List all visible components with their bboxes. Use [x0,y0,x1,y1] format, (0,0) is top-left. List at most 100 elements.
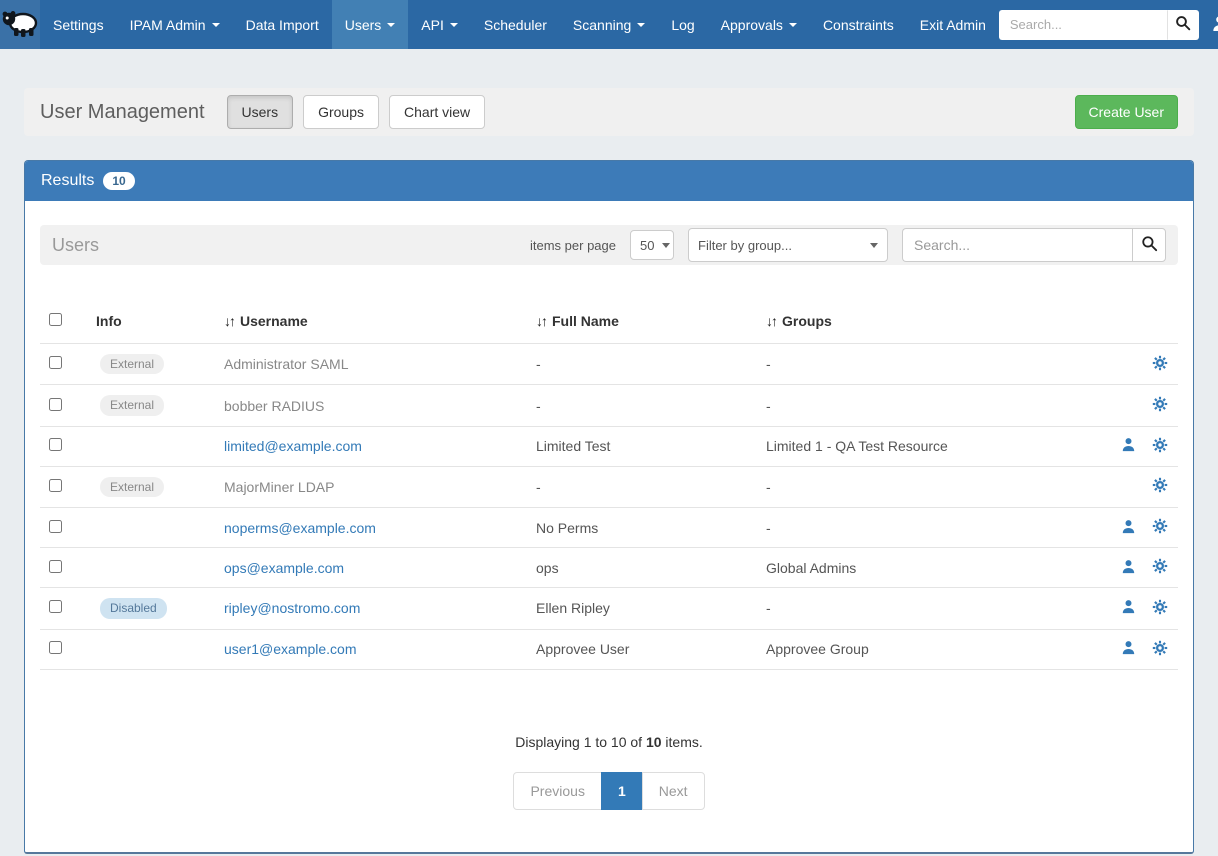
user-profile-icon[interactable] [1121,559,1136,577]
toolbar-title: Users [52,235,99,256]
groups: - [758,344,1058,385]
results-count-badge: 10 [103,172,134,190]
nav-item-approvals[interactable]: Approvals [708,0,810,49]
user-profile-icon[interactable] [1121,599,1136,617]
user-profile-icon[interactable] [1121,437,1136,455]
row-checkbox[interactable] [49,356,62,369]
nav-item-label: Exit Admin [920,17,986,33]
row-checkbox[interactable] [49,398,62,411]
panda-logo-icon [0,8,40,41]
nav-item-label: Settings [53,17,104,33]
nav-item-label: Data Import [246,17,319,33]
table-header-row: Info ↓↑Username ↓↑Full Name ↓↑Groups [40,301,1178,344]
nav-item-users[interactable]: Users [332,0,409,49]
row-checkbox[interactable] [49,641,62,654]
view-tabs: Users Groups Chart view [227,95,486,129]
table-row: External MajorMiner LDAP - - [40,466,1178,507]
items-per-page-select[interactable]: 50 [630,230,674,260]
navbar-search-button[interactable] [1167,10,1199,40]
nav-item-exit-admin[interactable]: Exit Admin [907,0,999,49]
app-logo[interactable] [0,0,40,49]
page-header: User Management UsersGroupsChart view Cr… [24,88,1194,136]
sort-icon: ↓↑ [536,313,546,329]
nav-item-log[interactable]: Log [658,0,707,49]
settings-gear-icon[interactable] [1152,558,1168,577]
account-menu[interactable] [1211,15,1218,35]
settings-gear-icon[interactable] [1152,640,1168,659]
tab-groups[interactable]: Groups [303,95,379,129]
col-header-username[interactable]: ↓↑Username [216,301,528,344]
settings-gear-icon[interactable] [1152,437,1168,456]
full-name: No Perms [528,508,758,548]
users-table: Info ↓↑Username ↓↑Full Name ↓↑Groups Ext… [40,301,1178,670]
nav-item-scanning[interactable]: Scanning [560,0,658,49]
navbar-menu: Settings IPAM Admin Data Import Users API Sch… [40,0,999,49]
full-name: - [528,344,758,385]
group-filter-select[interactable]: Filter by group... [688,228,888,262]
username-link[interactable]: user1@example.com [224,641,357,657]
pagination-summary: Displaying 1 to 10 of 10 items. [40,734,1178,750]
status-badge: Disabled [100,598,167,618]
nav-item-api[interactable]: API [408,0,471,49]
username-link[interactable]: limited@example.com [224,438,362,454]
row-checkbox[interactable] [49,520,62,533]
table-row: External bobber RADIUS - - [40,385,1178,426]
next-page-button[interactable]: Next [642,772,705,810]
full-name: Limited Test [528,426,758,466]
table-row: user1@example.com Approvee User Approvee… [40,629,1178,669]
nav-item-label: Log [671,17,694,33]
page-1-button[interactable]: 1 [601,772,643,810]
username-link[interactable]: ripley@nostromo.com [224,600,360,616]
settings-gear-icon[interactable] [1152,599,1168,618]
nav-item-constraints[interactable]: Constraints [810,0,907,49]
settings-gear-icon[interactable] [1152,477,1168,496]
table-row: ops@example.com ops Global Admins [40,548,1178,588]
chevron-down-icon [450,23,458,27]
row-checkbox[interactable] [49,438,62,451]
row-checkbox[interactable] [49,560,62,573]
groups: Global Admins [758,548,1058,588]
col-header-groups[interactable]: ↓↑Groups [758,301,1058,344]
navbar-search-input[interactable] [999,10,1167,40]
table-search-button[interactable] [1132,228,1166,262]
row-checkbox[interactable] [49,479,62,492]
chevron-down-icon [387,23,395,27]
username-link[interactable]: ops@example.com [224,560,344,576]
settings-gear-icon[interactable] [1152,355,1168,374]
nav-item-label: API [421,17,444,33]
groups: - [758,508,1058,548]
col-header-full-name[interactable]: ↓↑Full Name [528,301,758,344]
username-text: Administrator SAML [224,356,348,372]
nav-item-ipam-admin[interactable]: IPAM Admin [117,0,233,49]
username-text: MajorMiner LDAP [224,479,334,495]
table-search-input[interactable] [902,228,1132,262]
nav-item-label: Approvals [721,17,783,33]
create-user-button[interactable]: Create User [1075,95,1178,129]
username-text: bobber RADIUS [224,398,324,414]
select-all-checkbox[interactable] [49,313,62,326]
chevron-down-icon [212,23,220,27]
user-profile-icon[interactable] [1121,519,1136,537]
settings-gear-icon[interactable] [1152,396,1168,415]
full-name: ops [528,548,758,588]
tab-users[interactable]: Users [227,95,294,129]
nav-item-data-import[interactable]: Data Import [233,0,332,49]
items-per-page-value: 50 [640,238,654,253]
sort-icon: ↓↑ [766,313,776,329]
nav-item-label: Scheduler [484,17,547,33]
previous-page-button[interactable]: Previous [513,772,601,810]
top-navbar: Settings IPAM Admin Data Import Users API Sch… [0,0,1218,49]
row-checkbox[interactable] [49,600,62,613]
status-badge: External [100,395,164,415]
username-link[interactable]: noperms@example.com [224,520,376,536]
settings-gear-icon[interactable] [1152,518,1168,537]
user-profile-icon[interactable] [1121,640,1136,658]
nav-item-scheduler[interactable]: Scheduler [471,0,560,49]
nav-item-settings[interactable]: Settings [40,0,117,49]
full-name: - [528,466,758,507]
groups: - [758,466,1058,507]
navbar-search-group [999,10,1199,40]
pagination: Previous 1 Next [40,772,1178,810]
table-row: Disabled ripley@nostromo.com Ellen Riple… [40,588,1178,629]
tab-chart-view[interactable]: Chart view [389,95,485,129]
